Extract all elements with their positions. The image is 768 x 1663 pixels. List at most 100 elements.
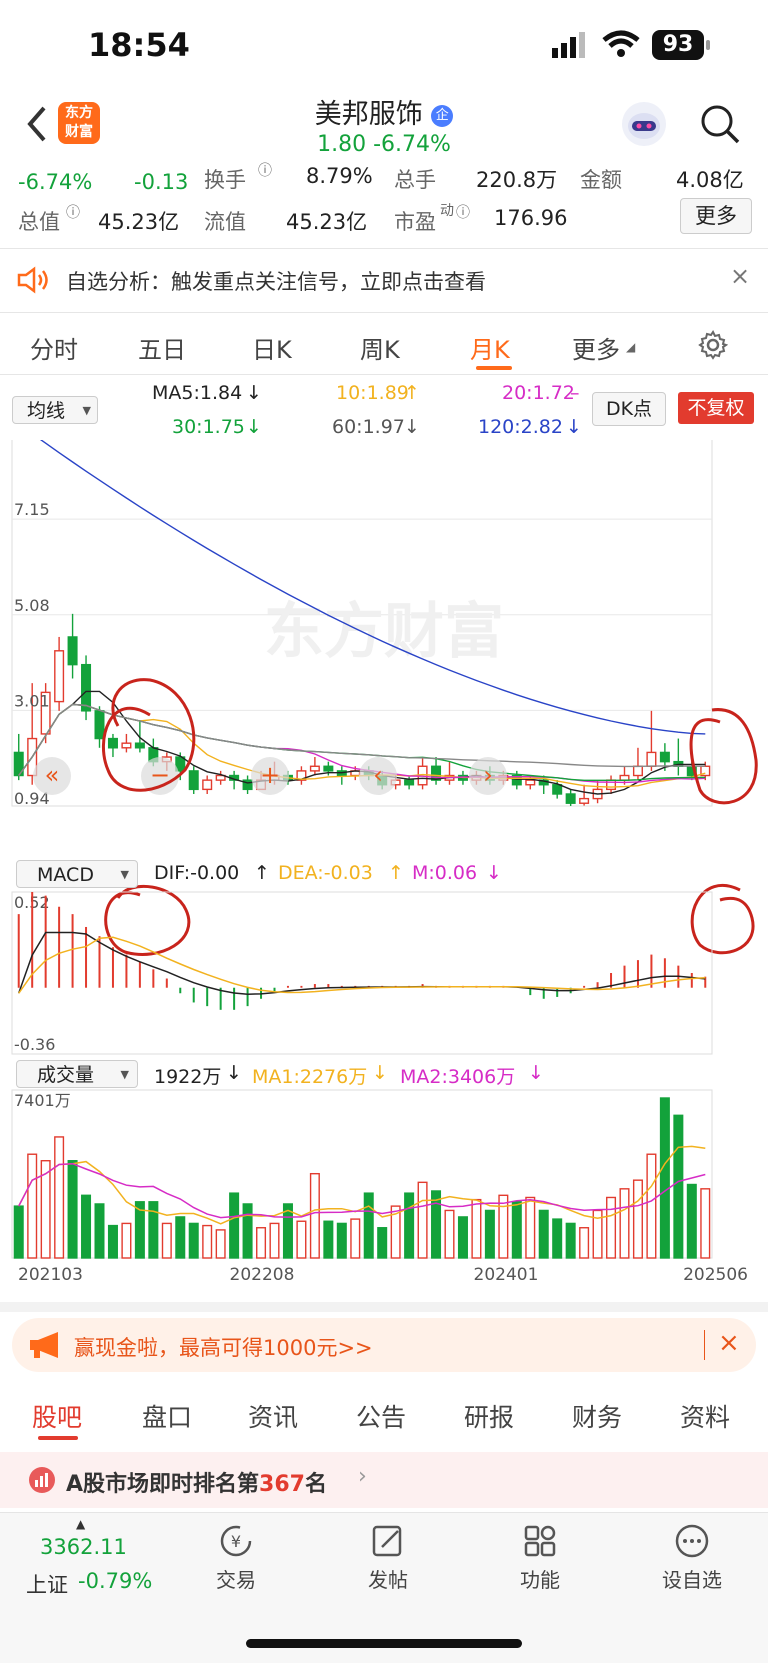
bottom-tabbar: ▲ 3362.11 上证 -0.79% ¥ 交易 发帖 功能 设自选 bbox=[0, 1512, 768, 1663]
more-button[interactable]: 更多 bbox=[680, 198, 752, 234]
settings-gear-icon[interactable] bbox=[698, 330, 728, 360]
tab-profile[interactable]: 资料 bbox=[680, 1398, 730, 1434]
divider bbox=[0, 248, 768, 249]
indicator-select[interactable]: 均线 ▼ bbox=[12, 396, 98, 424]
x-axis-label: 202208 bbox=[230, 1265, 295, 1285]
tabbar-trade[interactable]: ¥ 交易 bbox=[176, 1523, 296, 1593]
tab-monthly-k[interactable]: 月K bbox=[470, 330, 510, 365]
tab-finance[interactable]: 财务 bbox=[572, 1398, 622, 1434]
assistant-avatar[interactable] bbox=[622, 102, 666, 146]
candle bbox=[81, 663, 92, 712]
robot-icon bbox=[628, 113, 660, 139]
rank-number: 367 bbox=[259, 1472, 305, 1497]
tabbar-functions[interactable]: 功能 bbox=[480, 1523, 600, 1593]
volume-legend: 成交量 ▼ 1922万 ↓ MA1:2276万 ↓ MA2:3406万 ↓ bbox=[0, 1058, 768, 1092]
volume-bar bbox=[700, 1188, 711, 1259]
home-indicator bbox=[246, 1639, 522, 1648]
scroll-right-button[interactable]: › bbox=[469, 757, 507, 795]
tab-five-day[interactable]: 五日 bbox=[138, 330, 186, 365]
volume-select[interactable]: 成交量 ▼ bbox=[16, 1060, 138, 1088]
tab-guba[interactable]: 股吧 bbox=[32, 1398, 82, 1434]
chart-rank-icon bbox=[29, 1467, 55, 1493]
macd-select[interactable]: MACD ▼ bbox=[16, 860, 138, 888]
more-dots-icon bbox=[675, 1524, 709, 1558]
amount-label: 金额 bbox=[580, 168, 622, 192]
nav-button-glyph: › bbox=[483, 761, 493, 789]
volume-bar bbox=[202, 1224, 213, 1259]
grid-apps-icon bbox=[524, 1525, 556, 1557]
macd-dea-line bbox=[18, 936, 706, 994]
candle bbox=[107, 737, 118, 749]
candle bbox=[404, 779, 415, 786]
vol-arrow: ↓ bbox=[226, 1062, 242, 1084]
index-name: 上证 bbox=[26, 1573, 68, 1597]
active-content-tab-indicator bbox=[38, 1436, 78, 1440]
annotation-circle bbox=[690, 883, 755, 955]
macd-select-label: MACD bbox=[37, 864, 94, 886]
close-icon[interactable]: × bbox=[730, 262, 750, 290]
ma60-arrow: ↓ bbox=[404, 416, 420, 438]
volume-bar bbox=[81, 1194, 92, 1259]
tab-more[interactable]: 更多 bbox=[572, 330, 620, 365]
tab-pankou[interactable]: 盘口 bbox=[142, 1398, 192, 1434]
ma5: MA5:1.84 bbox=[152, 382, 243, 404]
notice-bar[interactable]: 自选分析：触发重点关注信号，立即点击查看 × bbox=[0, 250, 768, 310]
macd-legend: MACD ▼ DIF:-0.00 ↑ DEA:-0.03 ↑ M:0.06 ↓ bbox=[0, 858, 768, 892]
candle bbox=[67, 636, 78, 666]
tab-weekly-k[interactable]: 周K bbox=[360, 330, 400, 365]
volume-bar bbox=[444, 1209, 455, 1259]
scroll-left-button[interactable]: ‹ bbox=[359, 757, 397, 795]
volume-axis-top: 7401万 bbox=[14, 1091, 71, 1110]
volume-bar bbox=[646, 1153, 657, 1259]
dk-point-button[interactable]: DK点 bbox=[592, 392, 666, 426]
volume-bar bbox=[54, 1136, 65, 1259]
macd-dif: DIF:-0.00 bbox=[154, 862, 240, 884]
tabbar-post[interactable]: 发帖 bbox=[328, 1523, 448, 1593]
macd-frame bbox=[11, 891, 713, 1055]
float-value: 45.23亿 bbox=[286, 210, 368, 234]
zoom-in-button[interactable]: + bbox=[251, 757, 289, 795]
nav-button-glyph: « bbox=[45, 761, 60, 789]
info-icon: ⓘ bbox=[66, 205, 80, 221]
fuquan-button[interactable]: 不复权 bbox=[678, 392, 754, 424]
speaker-icon bbox=[17, 266, 48, 294]
yen-exchange-icon: ¥ bbox=[220, 1525, 252, 1557]
m-arrow: ↓ bbox=[486, 862, 502, 884]
tabbar-add-watchlist[interactable]: 设自选 bbox=[632, 1523, 752, 1593]
close-icon[interactable]: × bbox=[718, 1328, 740, 1358]
tab-announcements[interactable]: 公告 bbox=[356, 1398, 406, 1434]
chevron-right-icon: › bbox=[358, 1464, 367, 1489]
ad-text: 赢现金啦，最高可得1000元>> bbox=[74, 1336, 373, 1360]
volume-bar bbox=[215, 1229, 226, 1259]
caret-icon: ◢ bbox=[626, 340, 636, 354]
ad-divider bbox=[704, 1330, 705, 1360]
tab-fenshi[interactable]: 分时 bbox=[30, 330, 78, 365]
volume-bar bbox=[659, 1097, 670, 1259]
volume-bar bbox=[188, 1222, 199, 1259]
rank-suffix: 名 bbox=[304, 1472, 327, 1497]
price-axis-label: 7.15 bbox=[14, 500, 50, 519]
tab-daily-k[interactable]: 日K bbox=[252, 330, 292, 365]
signal-icon bbox=[552, 32, 585, 58]
search-button[interactable] bbox=[698, 102, 742, 146]
active-tab-indicator bbox=[476, 366, 512, 370]
scroll-left-fast-button[interactable]: « bbox=[33, 757, 71, 795]
candle bbox=[552, 784, 563, 795]
divider bbox=[0, 374, 768, 375]
info-icon: ⓘ bbox=[456, 205, 470, 221]
index-value[interactable]: 3362.11 bbox=[40, 1535, 127, 1559]
annotations bbox=[101, 678, 758, 956]
info-icon: ⓘ bbox=[258, 163, 272, 179]
volume-bar bbox=[525, 1196, 536, 1259]
section-gap bbox=[0, 1302, 768, 1312]
tab-news[interactable]: 资讯 bbox=[248, 1398, 298, 1434]
volume-bar bbox=[457, 1216, 468, 1259]
candle bbox=[659, 751, 670, 763]
ad-banner[interactable]: 赢现金啦，最高可得1000元>> × bbox=[12, 1318, 756, 1372]
volume-bar bbox=[511, 1201, 522, 1259]
tab-research[interactable]: 研报 bbox=[464, 1398, 514, 1434]
rank-banner[interactable]: A股市场即时排名第367名 › bbox=[0, 1452, 768, 1508]
pe-value: 176.96 bbox=[494, 206, 568, 230]
pe-sup: 动 bbox=[440, 203, 454, 219]
ma2-arrow: ↓ bbox=[528, 1062, 544, 1084]
